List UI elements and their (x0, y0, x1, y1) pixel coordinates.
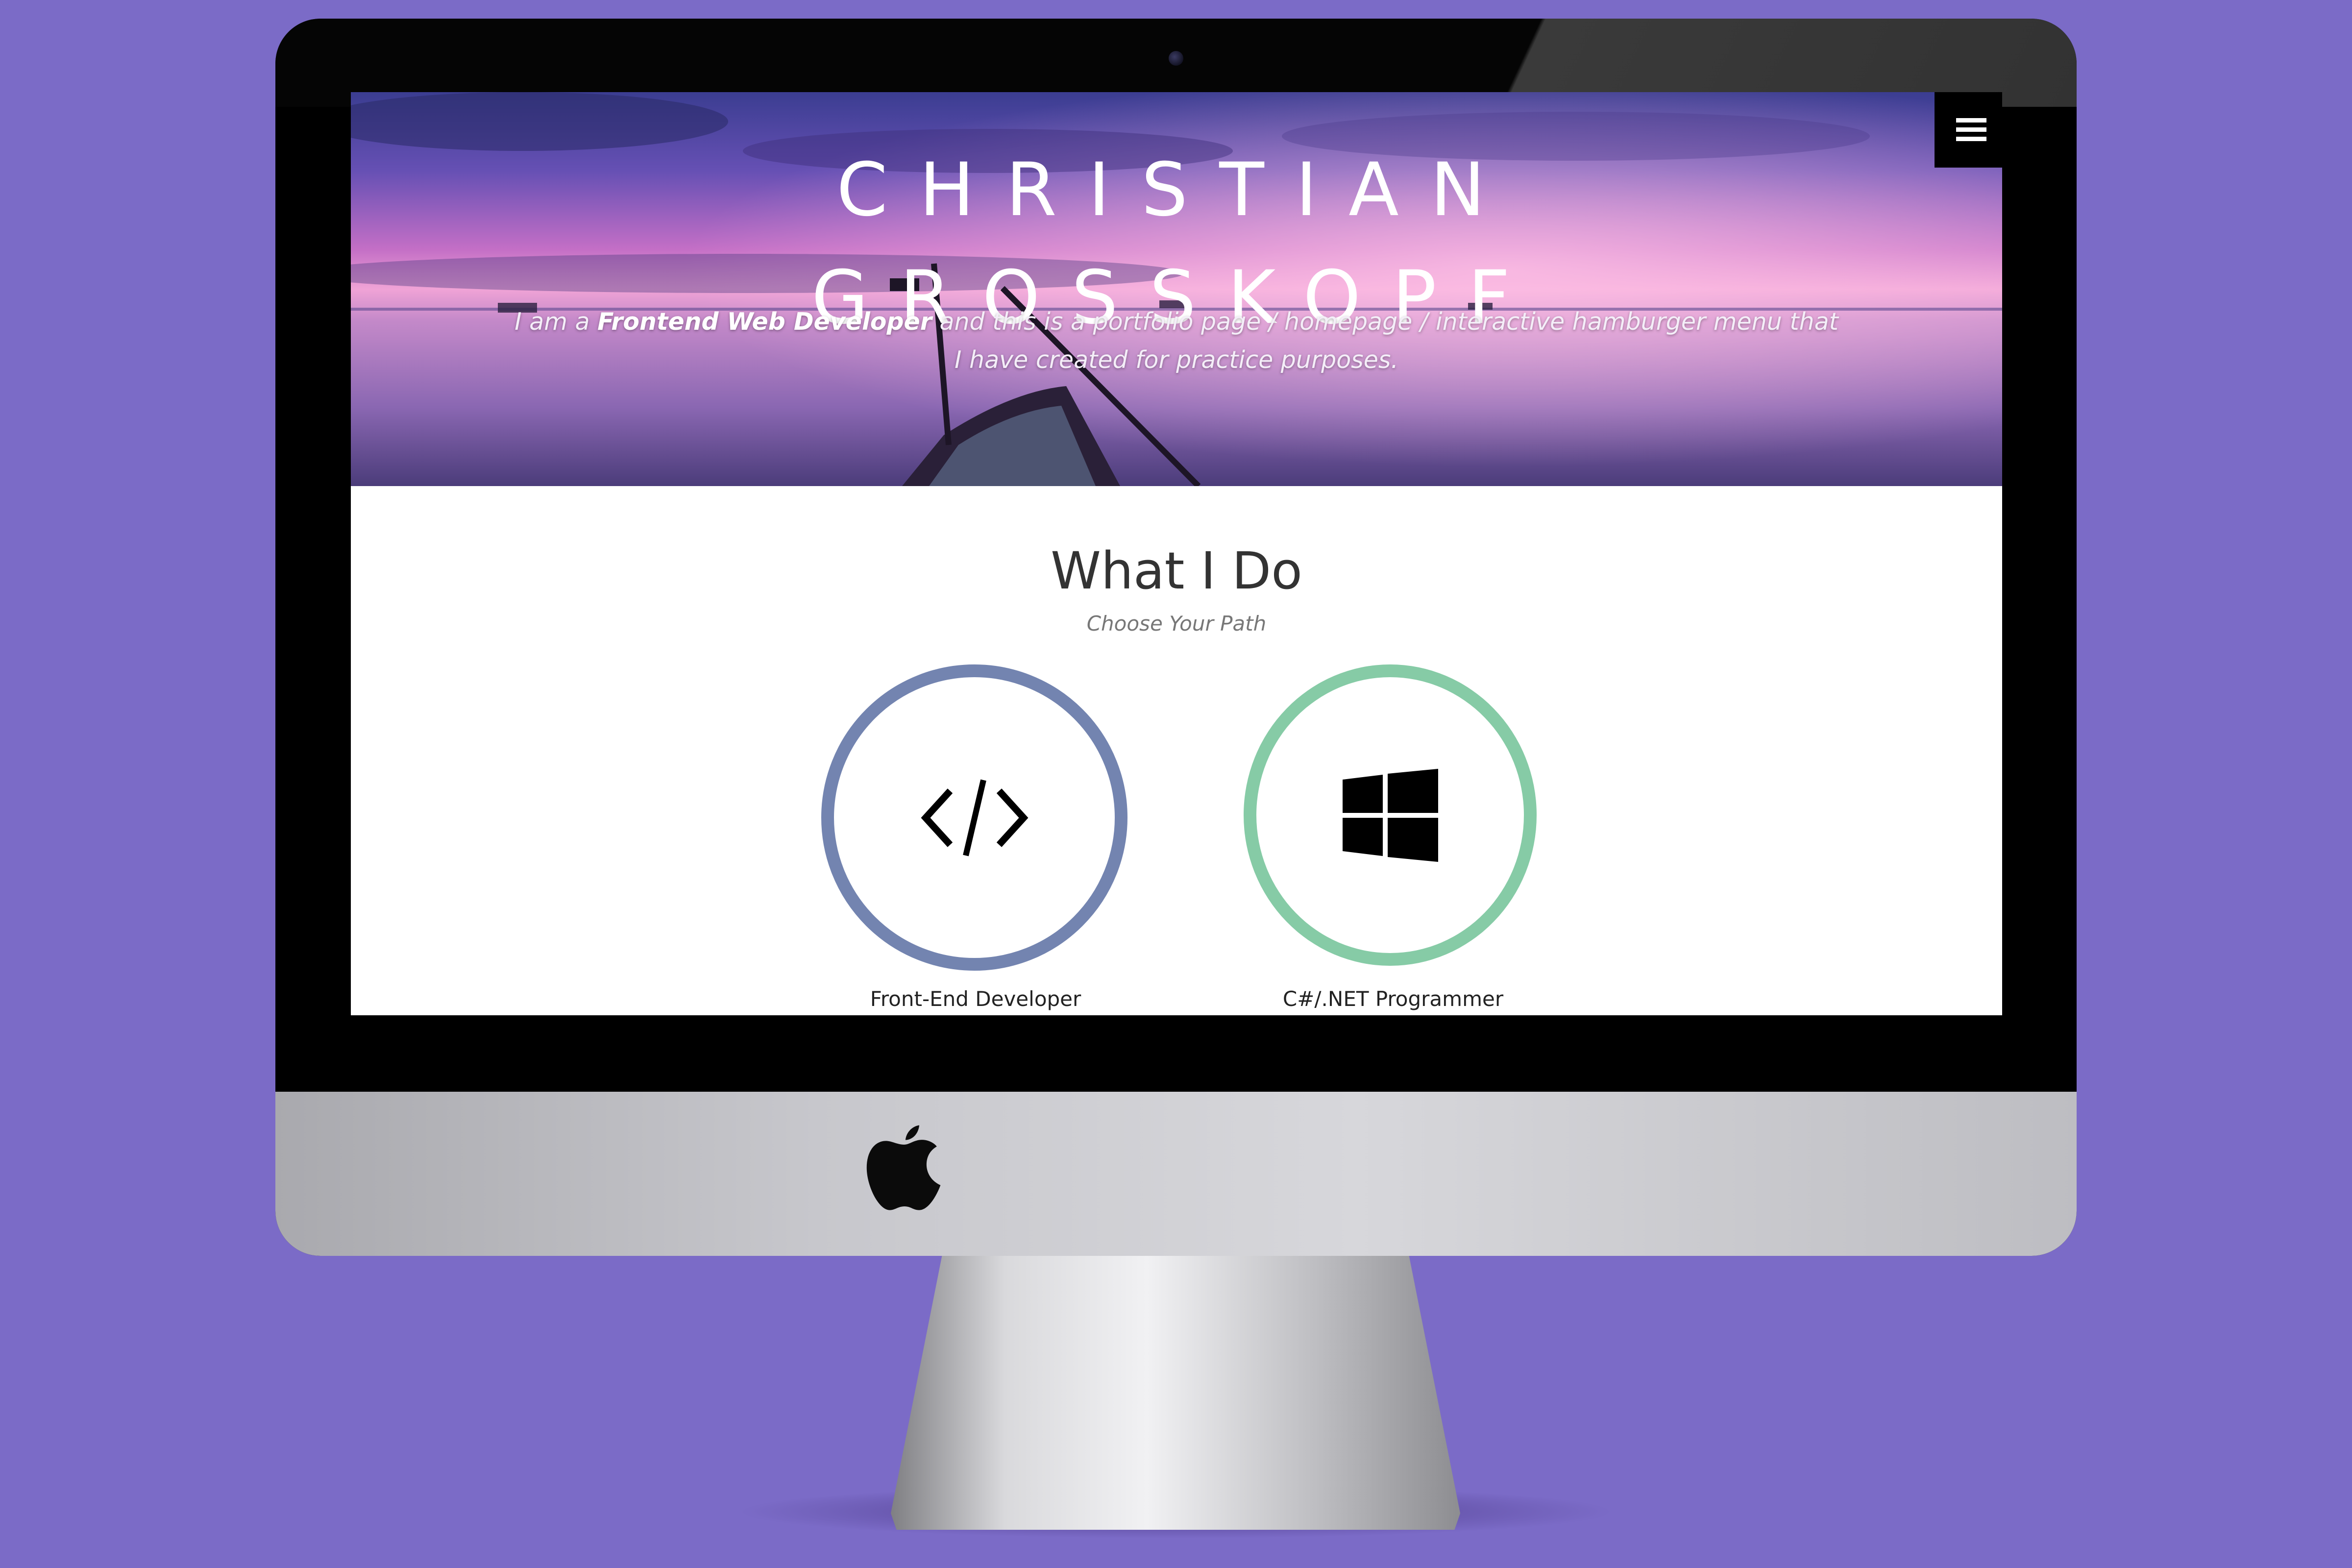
front-end-label: Front-End Developer (870, 987, 1081, 1011)
section-subtitle: Choose Your Path (1086, 612, 1267, 636)
front-end-ring[interactable] (821, 664, 1127, 971)
hero-description-suffix: and this is a portfolio page / homepage … (931, 308, 1838, 374)
windows-icon (1342, 768, 1438, 862)
screen: CHRISTIAN GROSSKOPF I am a Frontend Web … (351, 92, 2002, 1015)
code-icon (921, 779, 1028, 856)
csharp-ring[interactable] (1244, 664, 1537, 966)
hero-description-highlight: Frontend Web Developer (597, 308, 932, 336)
hamburger-menu-icon (1956, 118, 1986, 141)
monitor-chin (275, 1092, 2077, 1256)
hero-banner: CHRISTIAN GROSSKOPF I am a Frontend Web … (351, 92, 2002, 486)
monitor-stand (891, 1255, 1460, 1530)
csharp-label: C#/.NET Programmer (1282, 987, 1504, 1011)
hamburger-menu-button[interactable] (1935, 92, 2002, 168)
path-csharp-dotnet[interactable]: C#/.NET Programmer (1236, 664, 1550, 1012)
camera-icon (1169, 51, 1183, 66)
apple-logo-icon (866, 1125, 941, 1210)
hero-description-prefix: I am a (514, 308, 598, 336)
section-title: What I Do (1051, 541, 1302, 601)
hero-description: I am a Frontend Web Developer and this i… (513, 303, 1840, 379)
path-front-end[interactable]: Front-End Developer (819, 664, 1132, 1012)
hero-title-first-name: CHRISTIAN (836, 147, 1517, 233)
